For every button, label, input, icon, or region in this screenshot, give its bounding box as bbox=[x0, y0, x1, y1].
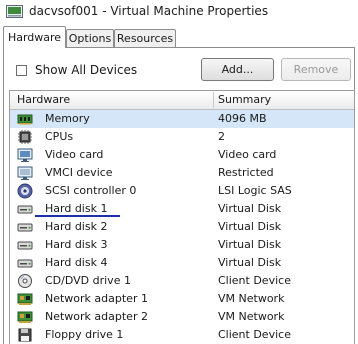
hardware-row-scsi-controller[interactable]: SCSI controller 0 LSI Logic SAS bbox=[10, 182, 354, 200]
network-adapter-icon bbox=[17, 293, 33, 305]
hardware-name: Network adapter 2 bbox=[45, 310, 148, 323]
memory-icon bbox=[17, 114, 33, 125]
column-divider[interactable] bbox=[213, 92, 214, 108]
hardware-name: VMCI device bbox=[45, 166, 113, 179]
hardware-summary: 2 bbox=[218, 130, 225, 143]
cpu-icon bbox=[18, 130, 32, 144]
hardware-summary: 4096 MB bbox=[218, 112, 267, 125]
title-bar: dacvsof001 - Virtual Machine Properties bbox=[0, 0, 358, 24]
hardware-summary: VM Network bbox=[218, 310, 285, 323]
show-all-devices-checkbox[interactable] bbox=[16, 64, 27, 76]
hardware-name: CPUs bbox=[45, 130, 74, 143]
hardware-row-hard-disk-2[interactable]: Hard disk 2 Virtual Disk bbox=[10, 218, 354, 236]
hard-disk-icon bbox=[17, 241, 33, 250]
hardware-name: Hard disk 2 bbox=[45, 220, 108, 233]
hardware-summary: VM Network bbox=[218, 292, 285, 305]
tab-resources[interactable]: Resources bbox=[114, 29, 176, 47]
network-adapter-icon bbox=[17, 311, 33, 323]
show-all-devices-label[interactable]: Show All Devices bbox=[35, 63, 137, 77]
hardware-row-cd-dvd-drive[interactable]: CD/DVD drive 1 Client Device bbox=[10, 272, 354, 290]
hardware-row-vmci-device[interactable]: VMCI device Restricted bbox=[10, 164, 354, 182]
hardware-row-memory[interactable]: Memory 4096 MB bbox=[10, 110, 354, 128]
hard-disk-icon bbox=[17, 223, 33, 232]
column-header-summary[interactable]: Summary bbox=[218, 91, 271, 109]
vm-window-icon bbox=[6, 5, 23, 18]
hardware-name: Hard disk 4 bbox=[45, 256, 108, 269]
hardware-name: Hard disk 3 bbox=[45, 238, 108, 251]
column-header-hardware[interactable]: Hardware bbox=[17, 91, 70, 109]
hardware-name: Network adapter 1 bbox=[45, 292, 148, 305]
remove-button[interactable]: Remove bbox=[281, 58, 351, 81]
hardware-row-network-adapter-2[interactable]: Network adapter 2 VM Network bbox=[10, 308, 354, 326]
hard-disk-icon bbox=[17, 205, 33, 214]
hardware-summary: Virtual Disk bbox=[218, 220, 282, 233]
tab-options[interactable]: Options bbox=[66, 29, 114, 47]
hardware-summary: Virtual Disk bbox=[218, 238, 282, 251]
tab-bar: Hardware Options Resources bbox=[0, 24, 358, 48]
hardware-name: SCSI controller 0 bbox=[45, 184, 137, 197]
hardware-name: Memory bbox=[45, 112, 90, 125]
hardware-row-hard-disk-4[interactable]: Hard disk 4 Virtual Disk bbox=[10, 254, 354, 272]
hardware-row-hard-disk-3[interactable]: Hard disk 3 Virtual Disk bbox=[10, 236, 354, 254]
hardware-summary: Virtual Disk bbox=[218, 202, 282, 215]
add-button[interactable]: Add... bbox=[201, 58, 274, 81]
vmci-device-icon bbox=[17, 166, 33, 180]
cd-dvd-drive-icon bbox=[18, 274, 32, 288]
hardware-summary: Virtual Disk bbox=[218, 256, 282, 269]
hardware-list: Hardware Summary Memory 4096 MB CPUs 2 V… bbox=[9, 90, 355, 344]
hardware-summary: Client Device bbox=[218, 328, 291, 341]
hardware-row-network-adapter-1[interactable]: Network adapter 1 VM Network bbox=[10, 290, 354, 308]
scsi-controller-icon bbox=[17, 183, 33, 199]
hardware-summary: Restricted bbox=[218, 166, 274, 179]
show-all-devices-row[interactable]: Show All Devices bbox=[16, 62, 137, 78]
window-title: dacvsof001 - Virtual Machine Properties bbox=[29, 4, 269, 18]
hardware-row-floppy-drive[interactable]: Floppy drive 1 Client Device bbox=[10, 326, 354, 344]
hardware-list-header: Hardware Summary bbox=[10, 91, 354, 110]
annotation-underline bbox=[35, 215, 120, 217]
hardware-summary: Client Device bbox=[218, 274, 291, 287]
hardware-summary: LSI Logic SAS bbox=[218, 184, 292, 197]
hardware-name: Video card bbox=[45, 148, 104, 161]
hardware-row-video-card[interactable]: Video card Video card bbox=[10, 146, 354, 164]
hardware-name: Floppy drive 1 bbox=[45, 328, 124, 341]
tab-hardware[interactable]: Hardware bbox=[3, 26, 66, 48]
hard-disk-icon bbox=[17, 259, 33, 268]
video-card-icon bbox=[17, 148, 33, 162]
hardware-row-cpus[interactable]: CPUs 2 bbox=[10, 128, 354, 146]
hardware-name: CD/DVD drive 1 bbox=[45, 274, 131, 287]
floppy-drive-icon bbox=[18, 328, 32, 342]
hardware-summary: Video card bbox=[218, 148, 277, 161]
